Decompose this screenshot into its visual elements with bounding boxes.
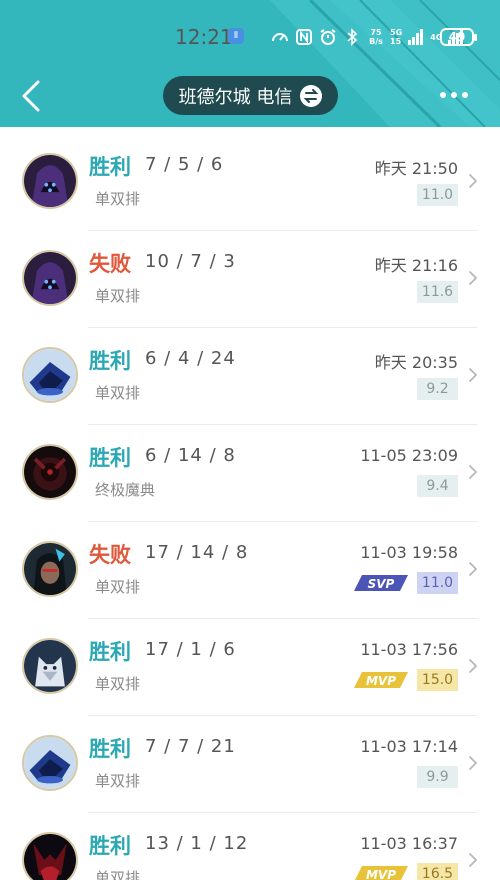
match-time: 昨天 20:35 <box>374 353 458 372</box>
back-button[interactable] <box>18 78 46 114</box>
match-time: 11-03 17:14 <box>360 737 458 756</box>
match-time: 11-05 23:09 <box>360 446 458 465</box>
signal-5g-label: 5G 15 <box>390 28 403 46</box>
match-score: 9.2 <box>417 378 458 400</box>
hooded-champion-icon <box>22 250 78 306</box>
blue-mech-champion-icon <box>22 347 78 403</box>
chevron-right-icon <box>469 756 477 770</box>
match-kda: 6 / 14 / 8 <box>145 445 236 466</box>
match-row[interactable]: 胜利 13 / 1 / 12 单双排 11-03 16:37 MVP 16.5 <box>0 813 500 880</box>
match-result: 失败 <box>89 252 131 276</box>
match-kda: 17 / 14 / 8 <box>145 542 249 563</box>
svp-badge-icon: SVP <box>354 575 408 591</box>
red-horned-champion-icon <box>22 832 78 880</box>
match-score: 9.9 <box>417 766 458 788</box>
match-time: 11-03 16:37 <box>360 834 458 853</box>
match-mode: 单双排 <box>95 869 141 880</box>
chevron-left-icon <box>22 80 40 112</box>
match-mode: 单双排 <box>95 287 141 305</box>
hooded-champion-icon <box>22 153 78 209</box>
match-kda: 7 / 7 / 21 <box>145 736 236 757</box>
svg-text:MVP: MVP <box>366 868 396 880</box>
match-score: 11.6 <box>417 281 458 303</box>
match-score: 11.0 <box>417 184 458 206</box>
match-history-list: 胜利 7 / 5 / 6 单双排 昨天 21:50 11.0 失败 10 / 7 / 3 单双… <box>0 134 500 880</box>
match-mode: 单双排 <box>95 384 141 402</box>
white-wolf-champion-icon <box>22 638 78 694</box>
server-label: 班德尔城 电信 <box>178 86 293 108</box>
match-score: 15.0 <box>417 669 458 691</box>
dark-haired-champion-icon <box>22 541 78 597</box>
match-score: 9.4 <box>417 475 458 497</box>
match-row[interactable]: 失败 17 / 14 / 8 单双排 11-03 19:58 SVP 11.0 <box>0 522 500 619</box>
match-mode: 单双排 <box>95 675 141 693</box>
match-kda: 13 / 1 / 12 <box>145 833 249 854</box>
dot-icon <box>462 92 468 98</box>
chevron-right-icon <box>469 853 477 867</box>
match-score: 16.5 <box>417 863 458 880</box>
nfc-icon <box>294 27 314 47</box>
match-result: 胜利 <box>89 737 131 761</box>
mvp-badge-icon: MVP <box>355 866 408 880</box>
match-time: 11-03 17:56 <box>360 640 458 659</box>
svg-text:SVP: SVP <box>368 577 395 591</box>
match-kda: 7 / 5 / 6 <box>145 154 224 175</box>
match-time: 昨天 21:16 <box>374 256 458 275</box>
more-menu-button[interactable] <box>440 88 470 102</box>
alarm-icon <box>318 27 338 47</box>
net-speed: 75 B/s <box>369 28 383 46</box>
mvp-badge-icon: MVP <box>354 672 408 688</box>
match-kda: 17 / 1 / 6 <box>145 639 236 660</box>
match-mode: 单双排 <box>95 190 141 208</box>
match-row[interactable]: 胜利 17 / 1 / 6 单双排 11-03 17:56 MVP 15.0 <box>0 619 500 716</box>
chevron-right-icon <box>469 465 477 479</box>
match-row[interactable]: 失败 10 / 7 / 3 单双排 昨天 21:16 11.6 <box>0 231 500 328</box>
match-result: 胜利 <box>89 155 131 179</box>
match-result: 胜利 <box>89 446 131 470</box>
match-row[interactable]: 胜利 6 / 14 / 8 终极魔典 11-05 23:09 9.4 <box>0 425 500 522</box>
signal-icon <box>406 27 426 47</box>
match-row[interactable]: 胜利 7 / 7 / 21 单双排 11-03 17:14 9.9 <box>0 716 500 813</box>
match-result: 胜利 <box>89 834 131 858</box>
battery-indicator: 49 <box>440 28 477 46</box>
match-result: 胜利 <box>89 640 131 664</box>
chevron-right-icon <box>469 368 477 382</box>
match-kda: 6 / 4 / 24 <box>145 348 236 369</box>
match-result: 失败 <box>89 543 131 567</box>
match-mode: 单双排 <box>95 578 141 596</box>
bluetooth-icon <box>342 27 362 47</box>
svg-text:MVP: MVP <box>366 674 396 688</box>
status-bar: 12:21 ⦀ 75 B/s 5G 15 4G 49 <box>0 22 500 52</box>
match-time: 昨天 21:50 <box>374 159 458 178</box>
dot-icon <box>440 92 446 98</box>
chevron-right-icon <box>469 174 477 188</box>
dark-red-champion-icon <box>22 444 78 500</box>
chevron-right-icon <box>469 562 477 576</box>
chevron-right-icon <box>469 271 477 285</box>
blue-mech-champion-icon <box>22 735 78 791</box>
match-result: 胜利 <box>89 349 131 373</box>
match-mode: 终极魔典 <box>95 481 156 499</box>
server-selector[interactable]: 班德尔城 电信 <box>163 76 338 115</box>
voice-app-icon: ⦀ <box>228 28 244 44</box>
match-mode: 单双排 <box>95 772 141 790</box>
chevron-right-icon <box>469 659 477 673</box>
match-row[interactable]: 胜利 7 / 5 / 6 单双排 昨天 21:50 11.0 <box>0 134 500 231</box>
swap-icon <box>300 84 323 107</box>
match-row[interactable]: 胜利 6 / 4 / 24 单双排 昨天 20:35 9.2 <box>0 328 500 425</box>
dot-icon <box>451 92 457 98</box>
match-score: 11.0 <box>417 572 458 594</box>
speedometer-icon <box>270 27 290 47</box>
match-kda: 10 / 7 / 3 <box>145 251 236 272</box>
match-time: 11-03 19:58 <box>360 543 458 562</box>
